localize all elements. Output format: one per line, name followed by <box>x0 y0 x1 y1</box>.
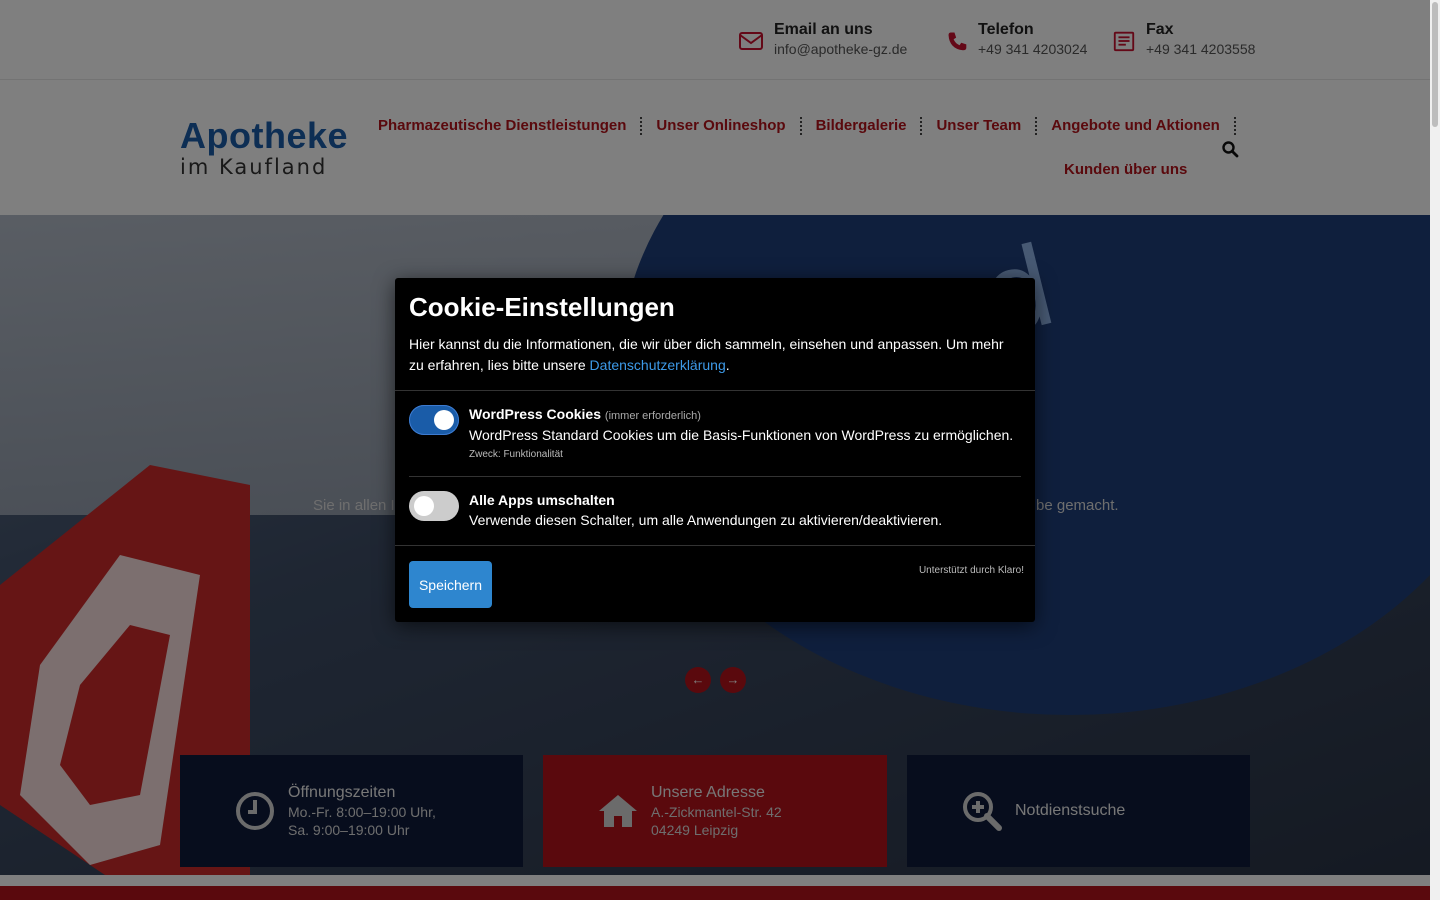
cookie-modal-title: Cookie-Einstellungen <box>409 292 675 322</box>
divider <box>409 476 1021 477</box>
service-required-label: (immer erforderlich) <box>604 410 701 422</box>
divider <box>395 390 1035 391</box>
toggle-knob <box>434 410 454 430</box>
powered-by-klaro-link[interactable]: Unterstützt durch Klaro! <box>919 565 1024 576</box>
cookie-desc-end: . <box>725 357 730 373</box>
cookie-settings-modal: Cookie-Einstellungen Hier kannst du die … <box>395 278 1035 622</box>
all-apps-toggle[interactable] <box>409 491 459 521</box>
service-title: Alle Apps umschalten <box>469 492 615 508</box>
service-title: WordPress Cookies (immer erforderlich) <box>469 406 701 422</box>
service-title-text: WordPress Cookies <box>469 406 602 422</box>
service-description: WordPress Standard Cookies um die Basis-… <box>469 427 1014 443</box>
scrollbar-thumb[interactable] <box>1432 2 1438 127</box>
wordpress-cookies-toggle[interactable] <box>409 405 459 435</box>
privacy-policy-link[interactable]: Datenschutzerklärung <box>590 357 726 373</box>
page-scrollbar[interactable] <box>1430 0 1440 900</box>
divider <box>395 545 1035 546</box>
save-button[interactable]: Speichern <box>409 561 492 608</box>
service-description: Verwende diesen Schalter, um alle Anwend… <box>469 512 943 528</box>
toggle-knob <box>414 496 434 516</box>
service-purpose: Zweck: Funktionalität <box>469 449 563 460</box>
cookie-modal-description: Hier kannst du die Informationen, die wi… <box>409 334 1009 376</box>
